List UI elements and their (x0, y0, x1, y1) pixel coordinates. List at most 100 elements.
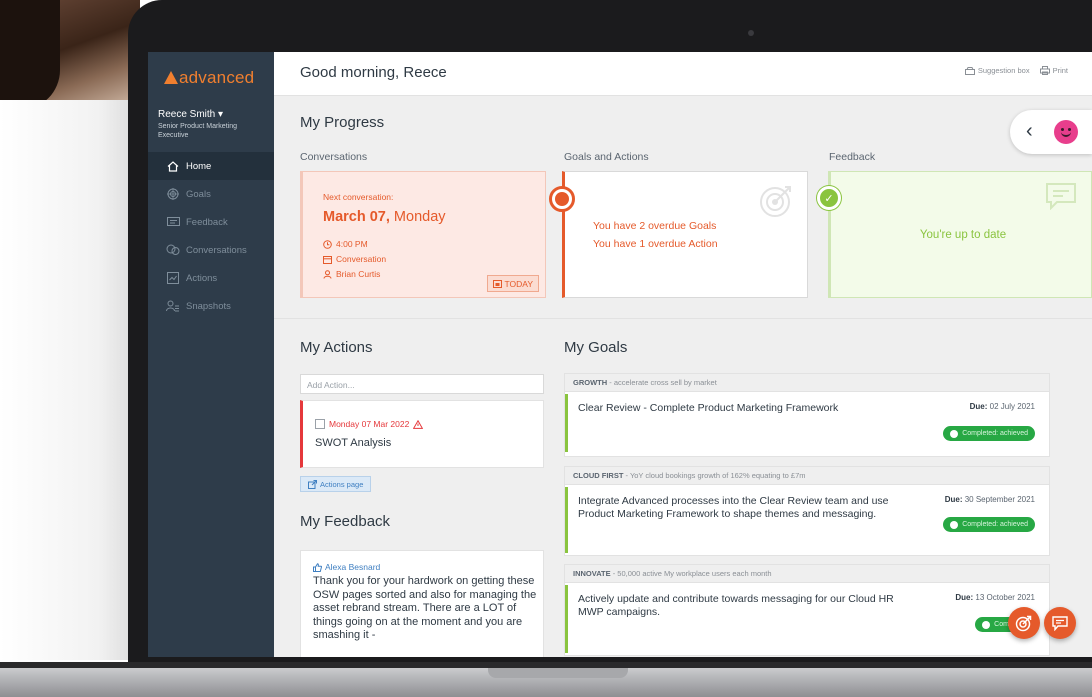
section-divider (274, 318, 1092, 319)
thumbs-up-icon (313, 562, 322, 572)
sidebar-item-goals[interactable]: Goals (148, 180, 274, 208)
comment-watermark-icon (1046, 183, 1076, 210)
print-link[interactable]: Print (1039, 66, 1068, 75)
goal-description: Clear Review - Complete Product Marketin… (578, 402, 839, 414)
conversation-person: Brian Curtis (323, 269, 380, 279)
brand-logo[interactable]: advanced (164, 68, 254, 88)
goal-item[interactable]: Clear Review - Complete Product Marketin… (565, 394, 1049, 452)
mood-panel-toggle[interactable]: ‹ (1010, 110, 1092, 154)
goal-category: CLOUD FIRST - YoY cloud bookings growth … (565, 467, 1049, 485)
calendar-icon (323, 255, 332, 264)
actions-page-button[interactable]: Actions page (300, 476, 372, 492)
sidebar-item-label: Home (186, 160, 212, 172)
sidebar-item-home[interactable]: Home (148, 152, 274, 180)
main-content: Good morning, Reece Suggestion box Print… (274, 52, 1092, 657)
sidebar: advanced Reece Smith ▾ Senior Product Ma… (148, 52, 274, 657)
feedback-author: Alexa Besnard (313, 562, 380, 572)
sidebar-item-label: Actions (186, 272, 218, 284)
sidebar-item-actions[interactable]: Actions (148, 264, 274, 292)
person-icon (323, 269, 332, 279)
print-icon (1039, 66, 1050, 75)
feedback-item[interactable]: Alexa Besnard Thank you for your hardwor… (300, 550, 544, 657)
status-check-icon (982, 620, 991, 629)
next-conversation-card[interactable]: Next conversation: March 07, Monday 4:00… (300, 171, 546, 298)
sidebar-item-feedback[interactable]: Feedback (148, 208, 274, 236)
clock-icon (323, 239, 332, 249)
goals-actions-label: Goals and Actions (564, 151, 649, 163)
user-role: Senior Product Marketing Executive (158, 123, 237, 139)
target-icon (166, 188, 180, 200)
goal-due-date: Due: 30 September 2021 (944, 495, 1035, 504)
action-title: SWOT Analysis (315, 437, 392, 449)
sidebar-item-snapshots[interactable]: Snapshots (148, 292, 274, 320)
laptop-shadow (0, 100, 140, 660)
overdue-actions-text: You have 1 overdue Action (593, 238, 718, 250)
sidebar-item-label: Conversations (186, 244, 247, 256)
top-bar: Good morning, Reece Suggestion box Print (274, 52, 1092, 96)
goals-fab-button[interactable] (1008, 607, 1040, 639)
goal-description: Actively update and contribute towards m… (578, 593, 894, 618)
my-progress-title: My Progress (300, 114, 385, 131)
feedback-status-card[interactable]: ✓ You're up to date (817, 171, 1092, 298)
goal-category: GROWTH - accelerate cross sell by market (565, 374, 1049, 392)
goal-due-date: Due: 02 July 2021 (969, 402, 1035, 411)
sidebar-item-label: Goals (186, 188, 211, 200)
laptop-notch (488, 668, 628, 678)
top-links: Suggestion box Print (964, 66, 1068, 75)
feedback-label: Feedback (829, 151, 876, 163)
action-item[interactable]: Monday 07 Mar 2022 SWOT Analysis (300, 400, 544, 468)
sidebar-item-conversations[interactable]: Conversations (148, 236, 274, 264)
brand-name: advanced (179, 68, 255, 87)
print-label: Print (1052, 66, 1068, 75)
goal-due-date: Due: 13 October 2021 (955, 593, 1035, 602)
feedback-status-text: You're up to date (919, 229, 1007, 241)
next-conversation-label: Next conversation: (323, 192, 394, 202)
background-photo-hair (0, 0, 60, 110)
check-icon: ✓ (817, 186, 841, 210)
app-screen: advanced Reece Smith ▾ Senior Product Ma… (148, 52, 1092, 657)
my-feedback-title: My Feedback (300, 513, 391, 530)
status-check-icon (950, 520, 959, 529)
action-checkbox[interactable] (315, 419, 325, 429)
conversations-icon (166, 244, 180, 256)
user-menu[interactable]: Reece Smith ▾ (158, 109, 223, 120)
alert-bell-icon (549, 186, 575, 212)
calendar-today-icon (492, 280, 502, 288)
goal-description: Integrate Advanced processes into the Cl… (578, 495, 889, 520)
add-action-input[interactable]: Add Action... (300, 374, 544, 394)
goal-group-growth: GROWTH - accelerate cross sell by market… (564, 373, 1050, 457)
feedback-icon (166, 216, 180, 228)
goal-item[interactable]: Actively update and contribute towards m… (565, 585, 1049, 653)
overdue-goals-text: You have 2 overdue Goals (593, 220, 717, 232)
sidebar-nav: Home Goals Feedback Conversations Action… (148, 152, 274, 320)
conversations-label: Conversations (300, 151, 368, 163)
sidebar-item-label: Snapshots (186, 300, 231, 312)
page-greeting: Good morning, Reece (300, 64, 447, 81)
suggestion-box-icon (964, 66, 975, 75)
comment-icon (1052, 615, 1068, 631)
actions-icon (166, 272, 180, 284)
my-actions-title: My Actions (300, 339, 373, 356)
suggestion-box-link[interactable]: Suggestion box (964, 66, 1030, 75)
status-check-icon (950, 429, 959, 438)
sidebar-item-label: Feedback (186, 216, 228, 228)
conversation-type: Conversation (323, 254, 386, 264)
my-goals-title: My Goals (564, 339, 628, 356)
feedback-body: Thank you for your hardwork on getting t… (313, 575, 537, 641)
snapshots-icon (166, 300, 180, 312)
feedback-fab-button[interactable] (1044, 607, 1076, 639)
suggestion-box-label: Suggestion box (977, 66, 1030, 75)
today-button[interactable]: TODAY (486, 275, 539, 292)
goal-status-badge: Completed: achieved (943, 426, 1035, 441)
camera-dot (748, 30, 754, 36)
logo-icon (164, 71, 178, 84)
smiley-face-icon (1054, 120, 1078, 144)
goal-item[interactable]: Integrate Advanced processes into the Cl… (565, 487, 1049, 553)
overdue-goals-card[interactable]: You have 2 overdue Goals You have 1 over… (549, 171, 808, 298)
goal-group-innovate: INNOVATE - 50,000 active My workplace us… (564, 564, 1050, 656)
target-watermark-icon (760, 186, 791, 217)
chevron-left-icon: ‹ (1026, 120, 1033, 142)
conversation-date: March 07, Monday (323, 209, 446, 225)
home-icon (166, 160, 180, 172)
external-link-icon (308, 479, 317, 489)
